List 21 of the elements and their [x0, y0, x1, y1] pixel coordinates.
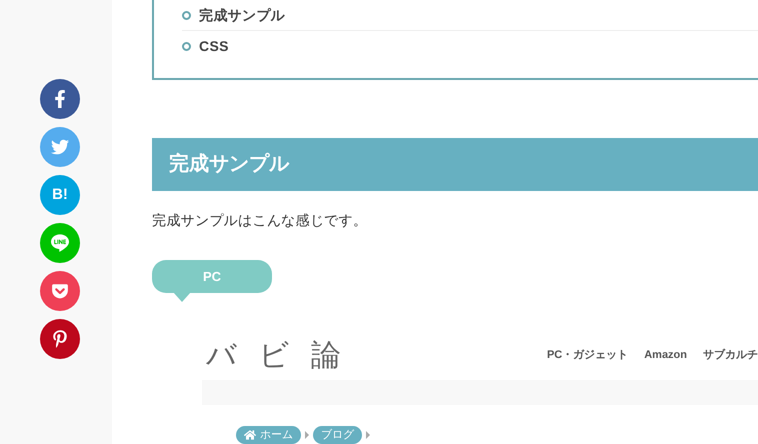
paragraph: 完成サンプルはこんな感じです。 [152, 211, 368, 230]
circle-bullet-icon [182, 10, 191, 20]
triangle-icon [366, 431, 370, 440]
site-logo: バ ビ 論 [205, 336, 348, 375]
nav-link[interactable]: Amazon [644, 346, 687, 364]
triangle-icon [305, 431, 309, 440]
home-icon [244, 429, 256, 442]
bubble-tail [173, 292, 191, 302]
nav-link[interactable]: サブカルチ [703, 346, 758, 364]
section-heading: 完成サンプル [152, 138, 758, 192]
circle-bullet-icon [182, 42, 191, 51]
share-button[interactable] [40, 271, 80, 311]
toc-link[interactable]: CSS [182, 31, 758, 62]
share-button[interactable] [40, 319, 80, 359]
pocket-icon [51, 282, 69, 300]
toc-link[interactable]: 完成サンプル [182, 0, 758, 31]
bird-icon [51, 138, 69, 156]
nav-link[interactable]: PC・ガジェット [546, 346, 628, 364]
pinterest-icon [51, 330, 69, 348]
share-button[interactable] [40, 79, 80, 119]
speech-bubble-icon [51, 234, 69, 252]
